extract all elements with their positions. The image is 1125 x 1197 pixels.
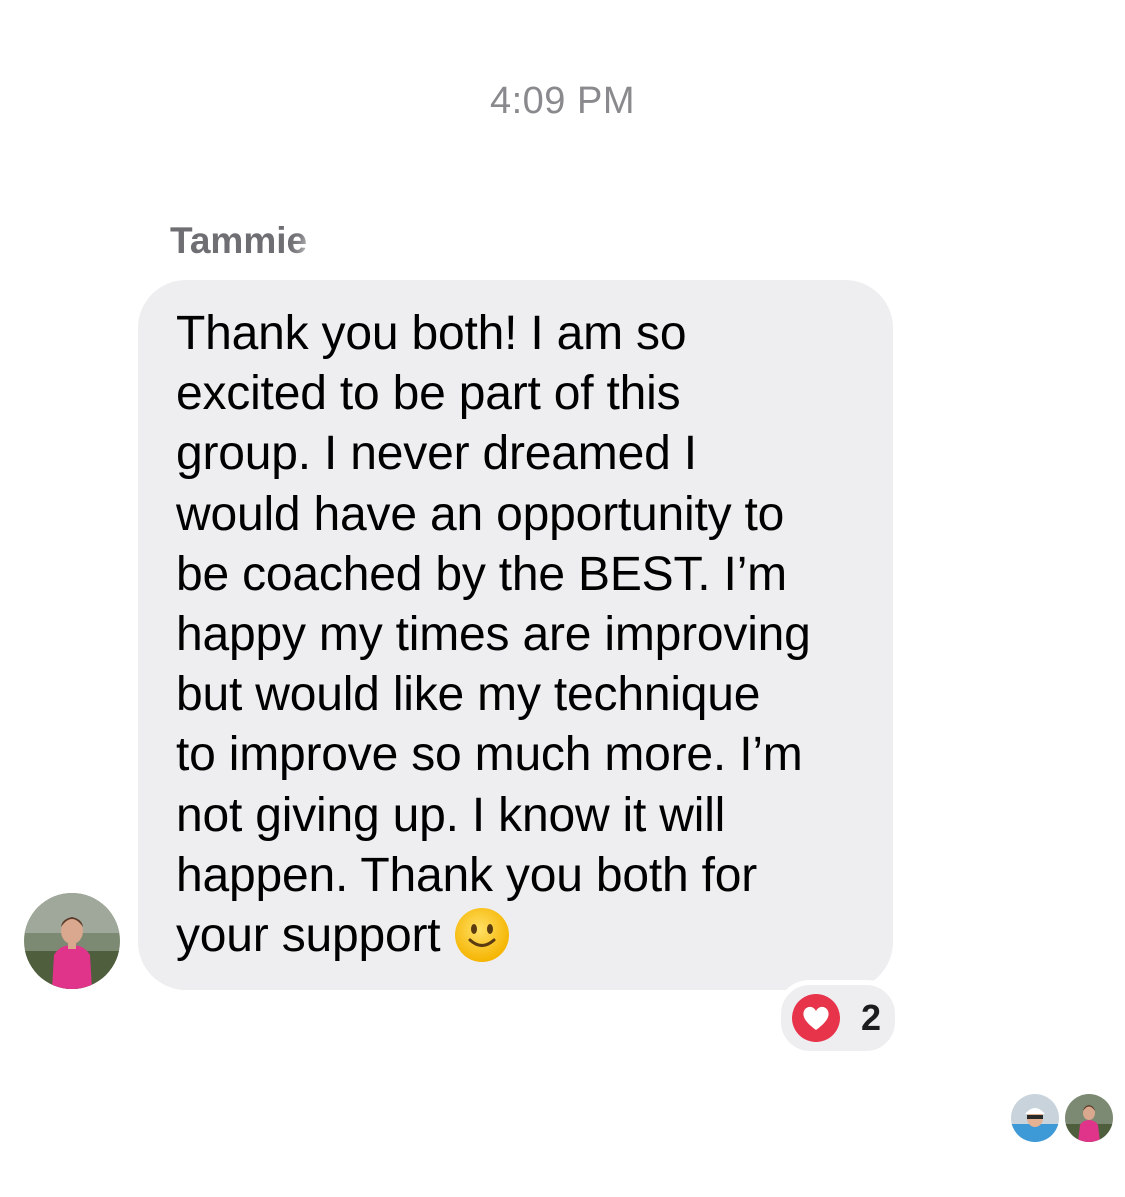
read-receipt-avatar-1[interactable] xyxy=(1011,1094,1059,1142)
read-receipt-avatar-2[interactable] xyxy=(1065,1094,1113,1142)
heart-icon xyxy=(792,994,840,1042)
reaction-count: 2 xyxy=(861,997,882,1038)
sender-avatar[interactable] xyxy=(24,893,120,989)
reaction-badge[interactable]: 2 xyxy=(776,980,900,1056)
message-bubble[interactable]: Thank you both! I am so excited to be pa… xyxy=(138,280,893,990)
slightly-smiling-face-icon xyxy=(455,908,510,963)
sender-name[interactable]: Tammie xyxy=(170,220,307,262)
message-text: Thank you both! I am so excited to be pa… xyxy=(176,304,863,966)
message-timestamp: 4:09 PM xyxy=(489,80,636,122)
user-avatar-icon xyxy=(1065,1094,1113,1142)
message-body: Thank you both! I am so excited to be pa… xyxy=(176,307,811,963)
avatar-photo-icon xyxy=(24,893,120,989)
user-avatar-icon xyxy=(1011,1094,1059,1142)
